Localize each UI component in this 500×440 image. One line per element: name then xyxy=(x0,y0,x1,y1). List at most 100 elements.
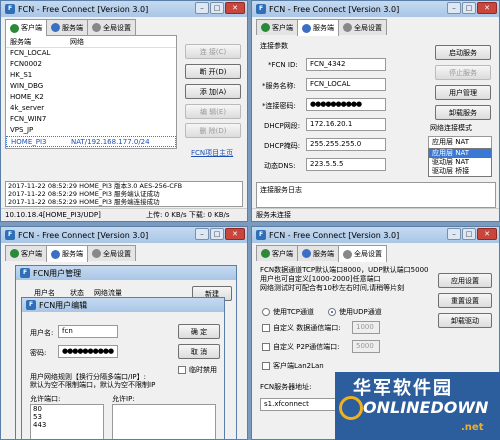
server-row[interactable]: VPS_JP xyxy=(6,125,176,136)
gear-icon xyxy=(92,23,101,32)
col-server[interactable]: 服务端 xyxy=(10,36,70,47)
col-network[interactable]: 网络 xyxy=(70,36,84,47)
ok-button[interactable]: 确 定 xyxy=(178,324,220,339)
server-row[interactable]: FCN_LOCAL xyxy=(6,48,176,59)
log-line: 2017-11-22 08:52:29 HOME_PI3 服务端连接成功 xyxy=(8,198,160,206)
ports-textarea[interactable]: 80 53 443 xyxy=(30,404,104,439)
mode-option[interactable]: 驱动层 桥接 xyxy=(429,167,491,176)
dhcp-range-field[interactable]: 172.16.20.1 xyxy=(306,118,386,131)
list-header: 服务端 网络 xyxy=(6,36,176,48)
server-row[interactable]: 4k_server xyxy=(6,103,176,114)
status-traffic: 上传: 0 KB/s 下载: 0 KB/s xyxy=(146,211,230,219)
log-area[interactable]: 2017-11-22 08:52:29 HOME_PI3 版本3.0 AES-2… xyxy=(5,181,243,207)
maximize-button[interactable]: □ xyxy=(462,228,476,240)
uninstall-service-button[interactable]: 卸载服务 xyxy=(435,105,491,120)
uninstall-driver-button[interactable]: 卸载驱动 xyxy=(438,313,492,328)
close-button[interactable]: ✕ xyxy=(225,228,245,240)
server-list[interactable]: 服务端 网络 FCN_LOCAL FCN0002 HK_S1 WIN_DBG HOME_… xyxy=(5,35,177,149)
dialog-title-bar[interactable]: F FCN用户管理 xyxy=(16,266,236,280)
p2p-port-field[interactable]: 5000 xyxy=(352,340,380,353)
tab-global-settings[interactable]: 全局设置 xyxy=(87,19,136,35)
username-label: 用户名: xyxy=(30,329,54,337)
dialog-title-bar[interactable]: F FCN用户编辑 xyxy=(22,298,224,312)
cancel-button[interactable]: 取 消 xyxy=(178,344,220,359)
dhcp-mask-field[interactable]: 255.255.255.0 xyxy=(306,138,386,151)
temp-disable-checkbox[interactable] xyxy=(178,366,186,374)
tab-server[interactable]: 服务端 xyxy=(297,19,339,36)
window-title: FCN - Free Connect [Version 3.0] xyxy=(18,230,149,240)
server-row[interactable]: FCN_WIN7 xyxy=(6,114,176,125)
data-port-field[interactable]: 1000 xyxy=(352,321,380,334)
server-row[interactable]: WIN_DBG xyxy=(6,81,176,92)
tab-client[interactable]: 客户端 xyxy=(256,245,298,261)
tab-server[interactable]: 服务端 xyxy=(297,245,339,261)
title-bar[interactable]: F FCN - Free Connect [Version 3.0] – □ ✕ xyxy=(1,1,247,17)
minimize-button[interactable]: – xyxy=(195,2,209,14)
tab-server[interactable]: 服务端 xyxy=(46,245,88,262)
tab-global-settings[interactable]: 全局设置 xyxy=(87,245,136,261)
maximize-button[interactable]: □ xyxy=(210,228,224,240)
tab-client[interactable]: 客户端 xyxy=(256,19,298,35)
password-field[interactable]: ●●●●●●●●●● xyxy=(58,345,118,358)
stop-service-button[interactable]: 停止服务 xyxy=(435,65,491,80)
delete-button[interactable]: 删 除(D) xyxy=(185,123,241,138)
tab-global-settings[interactable]: 全局设置 xyxy=(338,245,387,262)
server-name: HK_S1 xyxy=(10,71,33,79)
tab-global-settings[interactable]: 全局设置 xyxy=(338,19,387,35)
server-row[interactable]: FCN0002 xyxy=(6,59,176,70)
server-name: HOME_PI3 xyxy=(11,138,47,146)
server-network: NAT/192.168.177.0/24 xyxy=(71,138,150,146)
minimize-button[interactable]: – xyxy=(447,228,461,240)
tab-server[interactable]: 服务端 xyxy=(46,19,88,35)
dns-field[interactable]: 223.5.5.5 xyxy=(306,158,386,171)
tab-client[interactable]: 客户端 xyxy=(5,245,47,261)
edit-button[interactable]: 编 辑(E) xyxy=(185,104,241,119)
password-field[interactable]: ●●●●●●●●●● xyxy=(306,98,386,111)
maximize-button[interactable]: □ xyxy=(462,2,476,14)
close-button[interactable]: ✕ xyxy=(225,2,245,14)
tab-client[interactable]: 客户端 xyxy=(5,19,47,36)
username-field[interactable]: fcn xyxy=(58,325,118,338)
custom-data-port-checkbox[interactable] xyxy=(262,324,270,332)
connect-button[interactable]: 连 接(C) xyxy=(185,44,241,59)
server-row[interactable]: HOME_K2 xyxy=(6,92,176,103)
close-button[interactable]: ✕ xyxy=(477,2,497,14)
gear-icon xyxy=(343,249,352,259)
title-bar[interactable]: F FCN - Free Connect [Version 3.0] – □ ✕ xyxy=(252,1,499,17)
apply-settings-button[interactable]: 应用设置 xyxy=(438,273,492,288)
client-icon xyxy=(261,23,270,32)
server-icon xyxy=(51,249,60,259)
ips-textarea[interactable] xyxy=(112,404,216,439)
reset-settings-button[interactable]: 重置设置 xyxy=(438,293,492,308)
server-row[interactable]: HK_S1 xyxy=(6,70,176,81)
lan2lan-checkbox[interactable] xyxy=(262,362,270,370)
maximize-button[interactable]: □ xyxy=(210,2,224,14)
fcn-id-field[interactable]: FCN_4342 xyxy=(306,58,386,71)
tcp-radio[interactable] xyxy=(262,308,270,316)
server-name: 4k_server xyxy=(10,104,45,112)
custom-data-port-label: 自定义 数据通信端口: xyxy=(273,324,341,332)
title-bar[interactable]: F FCN - Free Connect [Version 3.0] – □ ✕ xyxy=(1,227,247,243)
start-service-button[interactable]: 启动服务 xyxy=(435,45,491,60)
mode-option[interactable]: 应用层 NAT xyxy=(429,149,491,158)
close-button[interactable]: ✕ xyxy=(477,228,497,240)
dhcp-range-label: DHCP网段: xyxy=(264,122,301,130)
custom-p2p-port-checkbox[interactable] xyxy=(262,343,270,351)
fcn-id-label: *FCN ID: xyxy=(268,61,298,69)
add-button[interactable]: 添 加(A) xyxy=(185,84,241,99)
server-row[interactable]: HOME_PI3 NAT/192.168.177.0/24 xyxy=(6,136,176,147)
title-bar[interactable]: F FCN - Free Connect [Version 3.0] – □ ✕ xyxy=(252,227,499,243)
project-link[interactable]: FCN项目主页 xyxy=(191,148,233,158)
server-address-field[interactable]: s1.xfconnect xyxy=(260,398,340,411)
udp-label: 使用UDP通道 xyxy=(339,308,382,316)
disconnect-button[interactable]: 断 开(D) xyxy=(185,64,241,79)
window-title: FCN - Free Connect [Version 3.0] xyxy=(269,230,400,240)
service-log[interactable]: 连接服务日志 xyxy=(256,182,496,208)
minimize-button[interactable]: – xyxy=(195,228,209,240)
user-management-button[interactable]: 用户管理 xyxy=(435,85,491,100)
service-name-field[interactable]: FCN_LOCAL xyxy=(306,78,386,91)
udp-radio[interactable] xyxy=(328,308,336,316)
mode-dropdown: 应用层 NAT 驱动层 NAT 驱动层 桥接 xyxy=(428,148,492,177)
mode-option[interactable]: 驱动层 NAT xyxy=(429,158,491,167)
minimize-button[interactable]: – xyxy=(447,2,461,14)
